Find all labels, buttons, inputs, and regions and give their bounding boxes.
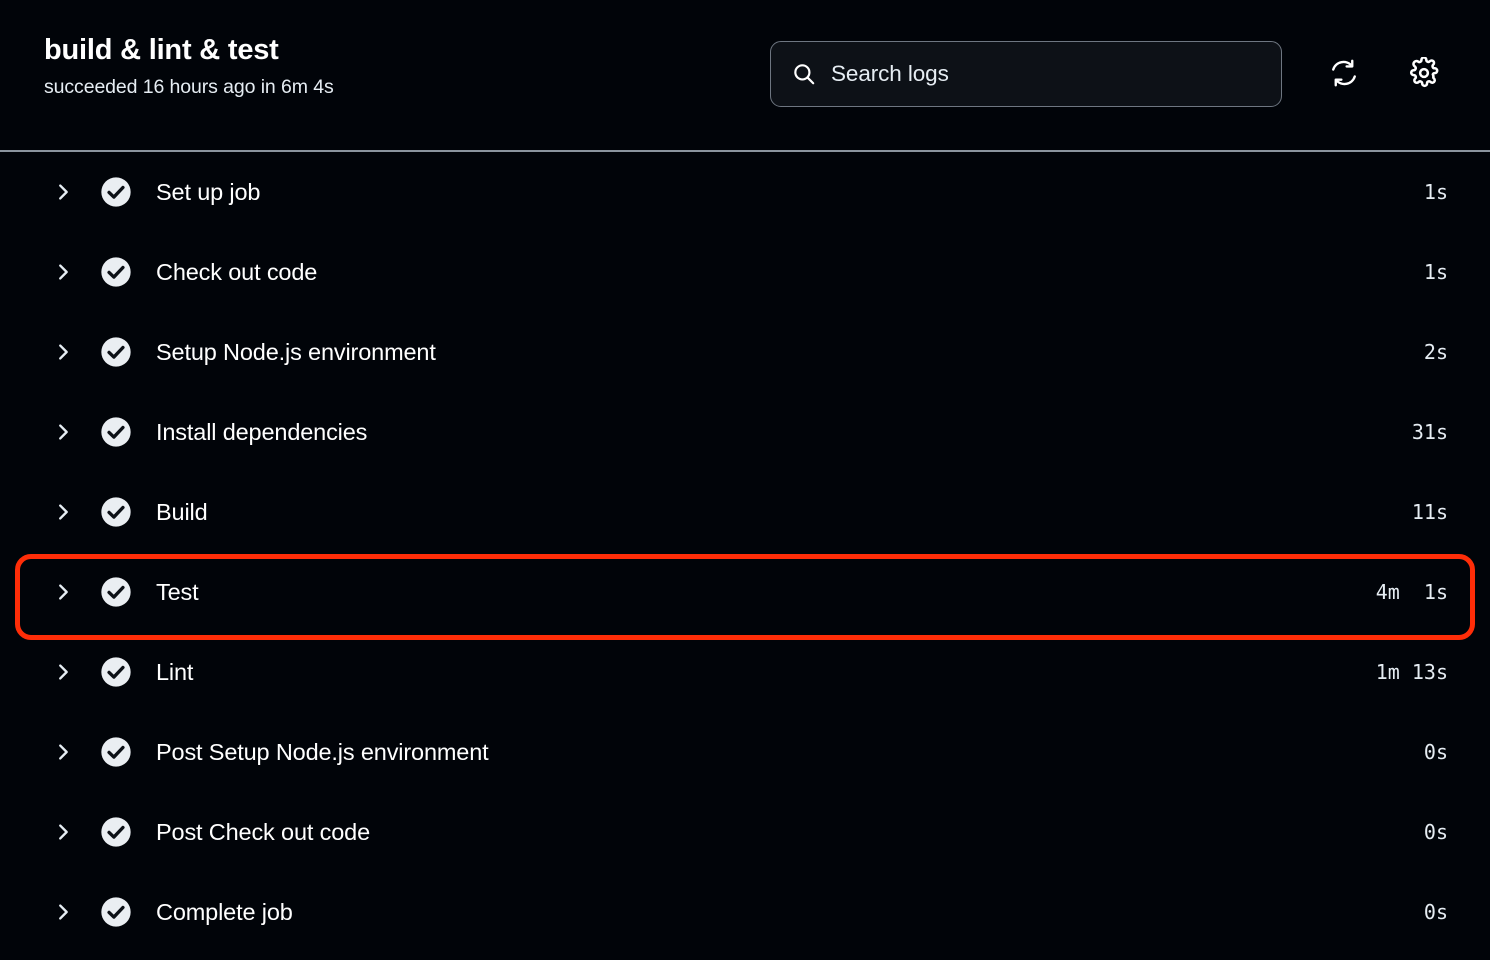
step-row[interactable]: Test 4m 1s (0, 552, 1490, 640)
job-log-viewer: build & lint & test succeeded 16 hours a… (0, 0, 1490, 960)
step-row[interactable]: Set up job 1s (0, 152, 1490, 232)
step-label: Build (156, 498, 208, 525)
gear-icon (1408, 55, 1440, 92)
step-duration: 1s (1423, 260, 1448, 284)
chevron-right-icon[interactable] (52, 661, 74, 683)
job-status-summary: succeeded 16 hours ago in 6m 4s (44, 76, 334, 99)
step-duration: 2s (1423, 340, 1448, 364)
step-label: Set up job (156, 178, 261, 205)
chevron-right-icon[interactable] (52, 821, 74, 843)
step-label: Check out code (156, 258, 318, 285)
step-row[interactable]: Build 11s (0, 472, 1490, 552)
step-duration: 4m 1s (1375, 580, 1448, 604)
settings-button[interactable] (1398, 48, 1450, 100)
job-header-titles: build & lint & test succeeded 16 hours a… (44, 34, 334, 99)
step-row[interactable]: Check out code 1s (0, 232, 1490, 312)
step-label: Complete job (156, 898, 293, 925)
check-circle-icon (100, 496, 132, 528)
refresh-button[interactable] (1318, 48, 1370, 100)
step-row[interactable]: Setup Node.js environment 2s (0, 312, 1490, 392)
step-row[interactable]: Lint 1m 13s (0, 632, 1490, 712)
check-circle-icon (100, 736, 132, 768)
check-circle-icon (100, 336, 132, 368)
page-title: build & lint & test (44, 34, 279, 66)
step-row[interactable]: Post Setup Node.js environment 0s (0, 712, 1490, 792)
chevron-right-icon[interactable] (52, 261, 74, 283)
step-duration: 31s (1411, 420, 1448, 444)
check-circle-icon (100, 816, 132, 848)
chevron-right-icon[interactable] (52, 181, 74, 203)
job-header: build & lint & test succeeded 16 hours a… (0, 0, 1490, 152)
step-duration: 1s (1423, 180, 1448, 204)
step-label: Install dependencies (156, 418, 368, 445)
check-circle-icon (100, 656, 132, 688)
check-circle-icon (100, 416, 132, 448)
highlight-annotation (15, 554, 1475, 640)
job-steps-list: Set up job 1s Check out code 1s Setup Node.j… (0, 152, 1490, 952)
step-label: Setup Node.js environment (156, 338, 436, 365)
chevron-right-icon[interactable] (52, 901, 74, 923)
step-label: Test (156, 578, 199, 605)
step-row[interactable]: Install dependencies 31s (0, 392, 1490, 472)
chevron-right-icon[interactable] (52, 501, 74, 523)
chevron-right-icon[interactable] (52, 421, 74, 443)
step-label: Post Setup Node.js environment (156, 738, 489, 765)
refresh-icon (1329, 58, 1359, 91)
chevron-right-icon[interactable] (52, 581, 74, 603)
check-circle-icon (100, 176, 132, 208)
search-logs-box[interactable] (770, 41, 1282, 107)
search-input[interactable] (831, 61, 1261, 87)
header-actions (770, 41, 1450, 107)
search-icon (791, 61, 817, 87)
step-duration: 0s (1423, 820, 1448, 844)
check-circle-icon (100, 896, 132, 928)
step-label: Lint (156, 658, 194, 685)
step-row[interactable]: Post Check out code 0s (0, 792, 1490, 872)
step-duration: 0s (1423, 900, 1448, 924)
step-label: Post Check out code (156, 818, 370, 845)
step-duration: 11s (1411, 500, 1448, 524)
step-duration: 1m 13s (1375, 660, 1448, 684)
step-duration: 0s (1423, 740, 1448, 764)
check-circle-icon (100, 256, 132, 288)
chevron-right-icon[interactable] (52, 741, 74, 763)
step-row[interactable]: Complete job 0s (0, 872, 1490, 952)
chevron-right-icon[interactable] (52, 341, 74, 363)
check-circle-icon (100, 576, 132, 608)
